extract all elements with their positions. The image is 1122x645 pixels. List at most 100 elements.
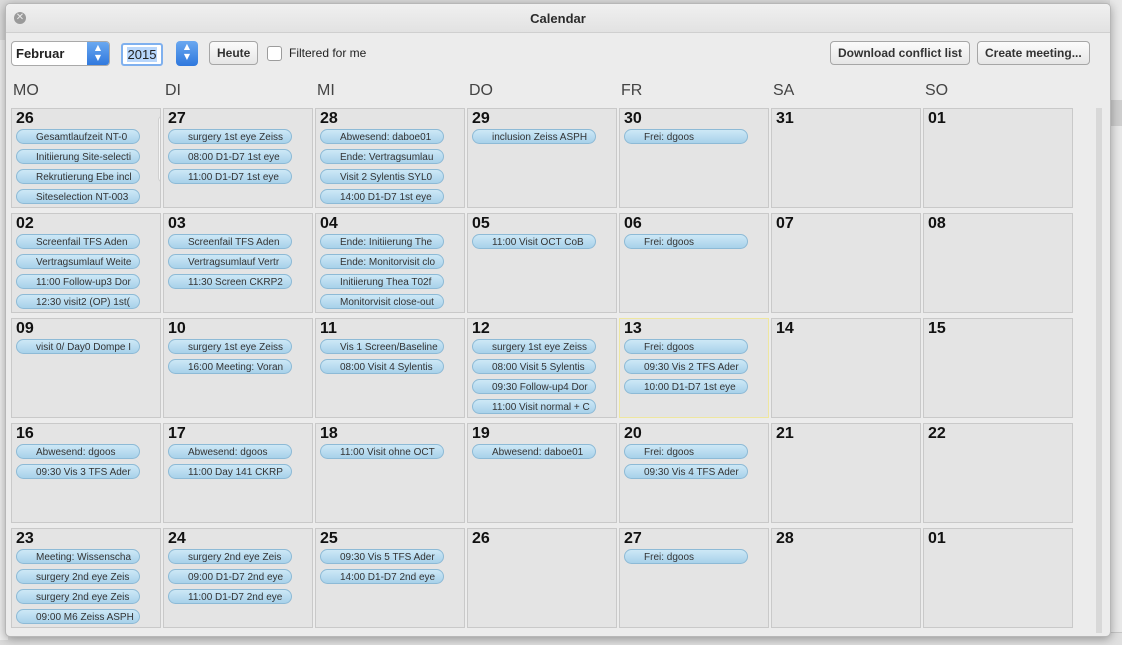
event-pill[interactable]: 08:00 Visit 5 Sylentis (472, 359, 596, 374)
event-pill[interactable]: Screenfail TFS Aden (168, 234, 292, 249)
event-pill[interactable]: Initiierung Thea T02f (320, 274, 444, 289)
day-cell[interactable]: 19 Abwesend: daboe01 (467, 423, 617, 523)
day-cell[interactable]: 01 (923, 108, 1073, 208)
event-pill[interactable]: 08:00 Visit 4 Sylentis (320, 359, 444, 374)
event-pill[interactable]: surgery 2nd eye Zeis (16, 569, 140, 584)
day-cell[interactable]: 06 Frei: dgoos (619, 213, 769, 313)
event-pill[interactable]: Vertragsumlauf Vertr (168, 254, 292, 269)
day-cell[interactable]: 02 Screenfail TFS Aden Vertragsumlauf Weit… (11, 213, 161, 313)
day-cell[interactable]: 25 09:30 Vis 5 TFS Ader 14:00 D1-D7 2nd ey… (315, 528, 465, 628)
day-cell[interactable]: 03 Screenfail TFS Aden Vertragsumlauf Vert… (163, 213, 313, 313)
event-pill[interactable]: Vis 1 Screen/Baseline (320, 339, 444, 354)
event-pill[interactable]: surgery 2nd eye Zeis (16, 589, 140, 604)
event-pill[interactable]: Ende: Vertragsumlau (320, 149, 444, 164)
filter-checkbox[interactable] (267, 46, 282, 61)
day-cell[interactable]: 16 Abwesend: dgoos 09:30 Vis 3 TFS Ader (11, 423, 161, 523)
event-pill[interactable]: Abwesend: dgoos (168, 444, 292, 459)
day-cell[interactable]: 20 Frei: dgoos 09:30 Vis 4 TFS Ader (619, 423, 769, 523)
day-cell[interactable]: 09 visit 0/ Day0 Dompe I (11, 318, 161, 418)
day-cell[interactable]: 22 (923, 423, 1073, 523)
event-pill[interactable]: inclusion Zeiss ASPH (472, 129, 596, 144)
up-down-arrows-icon[interactable]: ▲ ▼ (87, 42, 109, 65)
day-cell[interactable]: 28 Abwesend: daboe01 Ende: Vertragsumlau Vi… (315, 108, 465, 208)
event-pill[interactable]: 09:30 Vis 5 TFS Ader (320, 549, 444, 564)
event-pill[interactable]: Initiierung Site-selecti (16, 149, 140, 164)
day-cell[interactable]: 07 (771, 213, 921, 313)
event-pill[interactable]: Ende: Monitorvisit clo (320, 254, 444, 269)
event-pill[interactable]: 11:00 D1-D7 2nd eye (168, 589, 292, 604)
event-pill[interactable]: surgery 1st eye Zeiss (168, 129, 292, 144)
day-cell[interactable]: 26 (467, 528, 617, 628)
year-stepper[interactable]: ▲ ▼ (176, 41, 198, 66)
event-pill[interactable]: Abwesend: daboe01 (320, 129, 444, 144)
day-cell[interactable]: 14 (771, 318, 921, 418)
event-pill[interactable]: 11:00 Visit OCT CoB (472, 234, 596, 249)
day-cell[interactable]: 27 surgery 1st eye Zeiss 08:00 D1-D7 1st e… (163, 108, 313, 208)
event-pill[interactable]: 12:30 visit2 (OP) 1st( (16, 294, 140, 309)
event-pill[interactable]: 08:00 D1-D7 1st eye (168, 149, 292, 164)
event-pill[interactable]: Frei: dgoos (624, 129, 748, 144)
event-pill[interactable]: 09:30 Vis 4 TFS Ader (624, 464, 748, 479)
day-cell[interactable]: 11 Vis 1 Screen/Baseline 08:00 Visit 4 Syl… (315, 318, 465, 418)
day-cell[interactable]: 04 Ende: Initiierung The Ende: Monitorvisi… (315, 213, 465, 313)
event-pill[interactable]: Frei: dgoos (624, 339, 748, 354)
event-pill[interactable]: surgery 1st eye Zeiss (472, 339, 596, 354)
event-pill[interactable]: Rekrutierung Ebe incl (16, 169, 140, 184)
event-pill[interactable]: 11:00 D1-D7 1st eye (168, 169, 292, 184)
day-cell[interactable]: 27 Frei: dgoos (619, 528, 769, 628)
event-pill[interactable]: Siteselection NT-003 (16, 189, 140, 204)
day-cell[interactable]: 18 11:00 Visit ohne OCT (315, 423, 465, 523)
year-input[interactable]: 2015 (121, 43, 163, 66)
event-pill[interactable]: 09:00 D1-D7 2nd eye (168, 569, 292, 584)
day-cell[interactable]: 15 (923, 318, 1073, 418)
day-cell[interactable]: 17 Abwesend: dgoos 11:00 Day 141 CKRP (163, 423, 313, 523)
event-pill[interactable]: 11:30 Screen CKRP2 (168, 274, 292, 289)
event-pill[interactable]: 11:00 Visit normal + C (472, 399, 596, 414)
event-pill[interactable]: 09:30 Vis 3 TFS Ader (16, 464, 140, 479)
event-pill[interactable]: Screenfail TFS Aden (16, 234, 140, 249)
event-pill[interactable]: Visit 2 Sylentis SYL0 (320, 169, 444, 184)
event-pill[interactable]: Frei: dgoos (624, 234, 748, 249)
day-cell[interactable]: 10 surgery 1st eye Zeiss 16:00 Meeting: Vo… (163, 318, 313, 418)
event-pill[interactable]: 16:00 Meeting: Voran (168, 359, 292, 374)
month-select[interactable]: Februar ▲ ▼ (11, 41, 110, 66)
day-cell[interactable]: 08 (923, 213, 1073, 313)
event-pill[interactable]: 11:00 Visit ohne OCT (320, 444, 444, 459)
event-pill[interactable]: Frei: dgoos (624, 444, 748, 459)
create-meeting-button[interactable]: Create meeting... (977, 41, 1090, 65)
day-cell[interactable]: 24 surgery 2nd eye Zeis 09:00 D1-D7 2nd ey… (163, 528, 313, 628)
day-cell[interactable]: 05 11:00 Visit OCT CoB (467, 213, 617, 313)
day-cell[interactable]: 29 inclusion Zeiss ASPH (467, 108, 617, 208)
event-pill[interactable]: 09:30 Vis 2 TFS Ader (624, 359, 748, 374)
day-cell[interactable]: 30 Frei: dgoos (619, 108, 769, 208)
day-cell[interactable]: 21 (771, 423, 921, 523)
event-pill[interactable]: Ende: Initiierung The (320, 234, 444, 249)
event-pill[interactable]: surgery 1st eye Zeiss (168, 339, 292, 354)
download-conflict-list-button[interactable]: Download conflict list (830, 41, 971, 65)
event-pill[interactable]: 10:00 D1-D7 1st eye (624, 379, 748, 394)
event-pill[interactable]: Abwesend: daboe01 (472, 444, 596, 459)
event-pill[interactable]: Frei: dgoos (624, 549, 748, 564)
event-pill[interactable]: Monitorvisit close-out (320, 294, 444, 309)
day-cell[interactable]: 28 (771, 528, 921, 628)
event-pill[interactable]: Abwesend: dgoos (16, 444, 140, 459)
event-pill[interactable]: visit 0/ Day0 Dompe I (16, 339, 140, 354)
day-cell[interactable]: 01 (923, 528, 1073, 628)
day-cell[interactable]: 26 Gesamtlaufzeit NT-0 Initiierung Site-se… (11, 108, 161, 208)
event-pill[interactable]: 09:00 M6 Zeiss ASPH (16, 609, 140, 624)
today-button[interactable]: Heute (209, 41, 259, 65)
event-pill[interactable]: 14:00 D1-D7 2nd eye (320, 569, 444, 584)
day-cell[interactable]: 13 Frei: dgoos 09:30 Vis 2 TFS Ader 10:00 D… (619, 318, 769, 418)
event-pill[interactable]: 11:00 Follow-up3 Dor (16, 274, 140, 289)
event-pill[interactable]: Vertragsumlauf Weite (16, 254, 140, 269)
event-pill[interactable]: 14:00 D1-D7 1st eye (320, 189, 444, 204)
cell-scrollbar[interactable] (158, 116, 161, 182)
day-cell[interactable]: 12 surgery 1st eye Zeiss 08:00 Visit 5 Syl… (467, 318, 617, 418)
day-cell[interactable]: 23 Meeting: Wissenscha surgery 2nd eye Zei… (11, 528, 161, 628)
day-cell[interactable]: 31 (771, 108, 921, 208)
event-pill[interactable]: Gesamtlaufzeit NT-0 (16, 129, 140, 144)
event-pill[interactable]: Meeting: Wissenscha (16, 549, 140, 564)
scrollbar-thumb[interactable] (160, 119, 161, 175)
event-pill[interactable]: 09:30 Follow-up4 Dor (472, 379, 596, 394)
event-pill[interactable]: 11:00 Day 141 CKRP (168, 464, 292, 479)
